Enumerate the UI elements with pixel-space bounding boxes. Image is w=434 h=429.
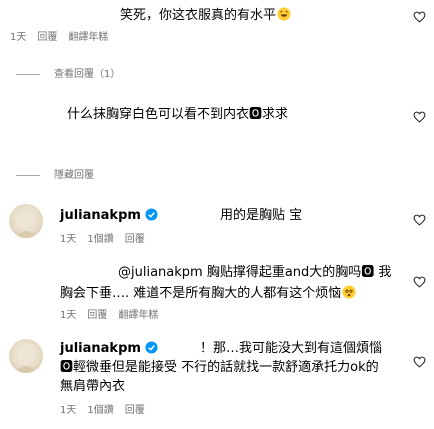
verified-badge-icon (145, 341, 158, 354)
like-heart-icon[interactable] (413, 11, 426, 23)
avatar-image (15, 210, 37, 238)
comment-time: 1天 (10, 32, 27, 43)
comment-text-line: 無肩帶內衣 (60, 379, 126, 394)
like-heart-icon[interactable] (413, 214, 426, 226)
avatar[interactable] (9, 339, 43, 373)
laughing-emoji (277, 7, 291, 21)
reply-button[interactable]: 回覆 (87, 310, 107, 321)
comment-time: 1天 (60, 310, 77, 321)
comment-header: julianakpm (60, 338, 158, 359)
hide-replies-button[interactable]: 隱藏回覆 (54, 169, 94, 182)
reply-button[interactable]: 回覆 (37, 32, 57, 43)
dizzy-face-emoji (342, 285, 356, 299)
username[interactable]: julianakpm (60, 208, 141, 223)
like-count[interactable]: 1個讚 (87, 234, 113, 245)
comment-meta: 1天 回覆 翻譯年糕 (10, 31, 119, 44)
avatar[interactable] (9, 204, 43, 238)
like-heart-icon[interactable] (413, 356, 426, 368)
comment-text: 用的是胸贴 宝 (220, 208, 303, 223)
divider-line (16, 175, 40, 176)
like-count[interactable]: 1個讚 (87, 405, 113, 416)
comment-text-line: ！那…我可能没大到有這個煩惱 (200, 341, 383, 356)
comment-time: 1天 (60, 234, 77, 245)
verified-badge-icon (145, 208, 158, 221)
divider-line (16, 74, 40, 75)
reply-button[interactable]: 回覆 (125, 234, 145, 245)
comment-meta: 1天 1個讚 回覆 (60, 233, 156, 246)
view-replies-button[interactable]: 查看回覆（1） (54, 68, 120, 81)
comment-text: 什么抹胸穿白色可以看不到内衣🅾求求 (67, 107, 289, 122)
comment-text: 笑死，你这衣服真的有水平 (120, 5, 291, 26)
like-heart-icon[interactable] (413, 276, 426, 288)
comment-text-line: 胸会下垂…. 难道不是所有胸大的人都有这个烦恼 (60, 283, 356, 304)
comment-meta: 1天 1個讚 回覆 (60, 404, 156, 417)
comment-text-line: 🅾輕微垂但是能接受 不行的話就找一款舒適承托力ok的 (60, 360, 379, 375)
comment-header: julianakpm (60, 205, 158, 226)
comment-time: 1天 (60, 405, 77, 416)
comment-meta: 1天 回覆 翻譯年糕 (60, 309, 169, 322)
translate-button[interactable]: 翻譯年糕 (118, 310, 158, 321)
reply-button[interactable]: 回覆 (125, 405, 145, 416)
translate-button[interactable]: 翻譯年糕 (68, 32, 108, 43)
username[interactable]: julianakpm (60, 341, 141, 356)
avatar-image (15, 345, 37, 373)
comment-text-line: @julianakpm 胸贴撑得起重and大的胸吗🅾 我 (118, 265, 392, 280)
like-heart-icon[interactable] (413, 111, 426, 123)
